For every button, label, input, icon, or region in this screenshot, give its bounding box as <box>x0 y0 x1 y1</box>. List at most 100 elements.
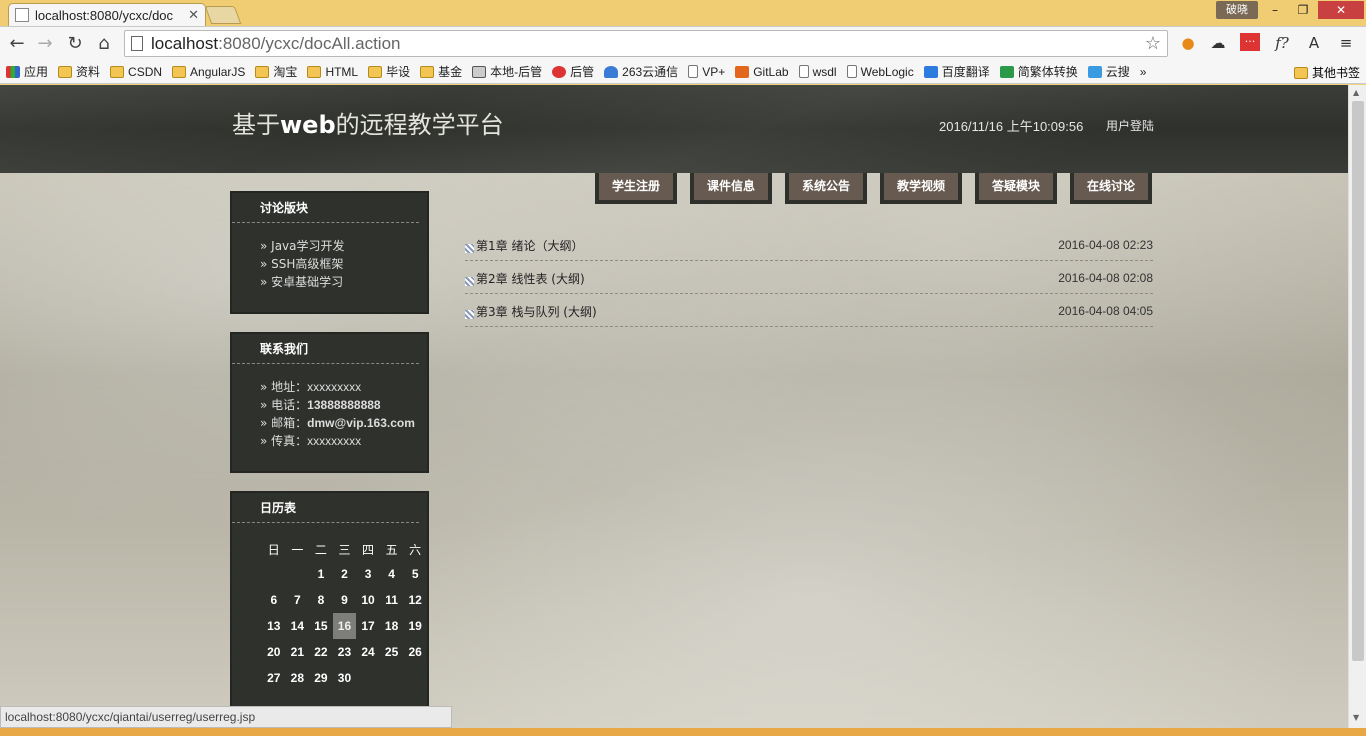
menu-student-register[interactable]: 学生注册 <box>595 173 677 204</box>
cloud-icon <box>604 65 619 78</box>
bookmark-item[interactable]: 后管 <box>552 63 594 80</box>
calendar-day[interactable]: 30 <box>333 665 357 691</box>
calendar-day[interactable]: 21 <box>286 639 310 665</box>
extension-angular-icon[interactable]: A <box>1304 33 1324 53</box>
back-icon[interactable]: ← <box>6 33 28 55</box>
calendar-day[interactable]: 3 <box>356 561 380 587</box>
convert-icon <box>999 65 1014 78</box>
bookmark-item[interactable]: HTML <box>307 65 358 79</box>
menu-courseware[interactable]: 课件信息 <box>690 173 772 204</box>
other-bookmarks[interactable]: 其他书签 <box>1293 64 1360 81</box>
calendar-day[interactable]: 27 <box>262 665 286 691</box>
calendar-day[interactable]: 13 <box>262 613 286 639</box>
extension-flame-icon[interactable]: ● <box>1178 33 1198 53</box>
calendar-body: 1 2 3 4 5 6 7 8 9 10 11 12 13 14 15 16 17 18 19 20 21 22 23 24 2… <box>262 561 427 691</box>
calendar-day[interactable]: 18 <box>380 613 404 639</box>
calendar-day[interactable]: 20 <box>262 639 286 665</box>
bookmark-item[interactable]: WebLogic <box>846 64 914 79</box>
document-row[interactable]: 第2章 线性表 (大纲) 2016-04-08 02:08 <box>465 261 1153 294</box>
document-title[interactable]: 第3章 栈与队列 (大纲) <box>476 303 597 320</box>
bookmark-item[interactable]: VP+ <box>688 65 725 79</box>
calendar-day[interactable]: 10 <box>356 587 380 613</box>
menu-announcements[interactable]: 系统公告 <box>785 173 867 204</box>
forum-link[interactable]: » Java学习开发 <box>260 237 427 255</box>
calendar-day[interactable]: 11 <box>380 587 404 613</box>
calendar-day[interactable]: 22 <box>309 639 333 665</box>
calendar-day[interactable]: 7 <box>286 587 310 613</box>
bookmark-item[interactable]: wsdl <box>798 65 837 79</box>
scrollbar-thumb[interactable] <box>1352 101 1364 661</box>
bookmarks-more-button[interactable]: » <box>1140 65 1147 79</box>
menu-icon[interactable]: ≡ <box>1336 33 1356 53</box>
close-window-icon[interactable]: ✕ <box>1318 1 1364 19</box>
calendar-day[interactable]: 24 <box>356 639 380 665</box>
extension-cloud-icon[interactable]: ☁ <box>1208 33 1228 53</box>
home-icon[interactable]: ⌂ <box>93 33 115 55</box>
menu-discussion[interactable]: 在线讨论 <box>1070 173 1152 204</box>
bookmark-item[interactable]: 百度翻译 <box>923 63 990 80</box>
calendar-day[interactable]: 2 <box>333 561 357 587</box>
bookmark-item[interactable]: 本地-后管 <box>472 63 542 80</box>
calendar-day[interactable]: 29 <box>309 665 333 691</box>
extension-dots-icon[interactable]: ··· <box>1240 33 1260 51</box>
calendar-day[interactable]: 5 <box>403 561 427 587</box>
bookmark-item[interactable]: 毕设 <box>368 63 410 80</box>
bookmark-item[interactable]: 资料 <box>58 63 100 80</box>
profile-badge[interactable]: 破晓 <box>1216 1 1258 19</box>
calendar-day[interactable]: 15 <box>309 613 333 639</box>
document-row[interactable]: 第1章 绪论（大纲） 2016-04-08 02:23 <box>465 228 1153 261</box>
bookmark-item[interactable]: 淘宝 <box>255 63 297 80</box>
bookmark-label: WebLogic <box>860 64 914 79</box>
weekday-label: 二 <box>314 542 327 557</box>
forum-link[interactable]: » 安卓基础学习 <box>260 273 427 291</box>
calendar-day[interactable]: 16 <box>332 613 357 639</box>
scroll-down-icon[interactable]: ▼ <box>1353 713 1359 722</box>
browser-tab[interactable]: localhost:8080/ycxc/doc ✕ <box>8 3 206 26</box>
bookmark-item[interactable]: 云搜 <box>1087 63 1130 80</box>
calendar-day[interactable]: 25 <box>380 639 404 665</box>
address-bar[interactable]: localhost:8080/ycxc/docAll.action ☆ <box>124 30 1168 57</box>
calendar-day[interactable]: 17 <box>356 613 380 639</box>
calendar-day[interactable]: 28 <box>286 665 310 691</box>
new-tab-button[interactable] <box>204 6 242 24</box>
calendar-day[interactable]: 9 <box>333 587 357 613</box>
calendar-day[interactable]: 23 <box>333 639 357 665</box>
tab-close-icon[interactable]: ✕ <box>188 8 199 23</box>
calendar-day[interactable]: 14 <box>286 613 310 639</box>
reload-icon[interactable]: ↻ <box>64 33 86 55</box>
calendar-day[interactable]: 19 <box>403 613 427 639</box>
calendar-day[interactable]: 1 <box>309 561 333 587</box>
bookmark-label: AngularJS <box>190 64 246 79</box>
menu-qa[interactable]: 答疑模块 <box>975 173 1057 204</box>
document-date: 2016-04-08 02:23 <box>1058 238 1153 252</box>
scroll-up-icon[interactable]: ▲ <box>1353 88 1359 97</box>
user-login-link[interactable]: 用户登陆 <box>1106 117 1154 134</box>
bookmark-item[interactable]: GitLab <box>735 65 789 79</box>
image-icon <box>472 65 487 78</box>
maximize-icon[interactable]: ❐ <box>1290 1 1316 19</box>
bookmark-item[interactable]: 基金 <box>420 63 462 80</box>
calendar-day[interactable]: 4 <box>380 561 404 587</box>
extension-function-icon[interactable]: f? <box>1272 33 1292 53</box>
os-taskbar <box>0 728 1366 736</box>
bookmark-item[interactable]: 简繁体转换 <box>999 63 1078 80</box>
calendar-day <box>380 665 404 691</box>
calendar-day[interactable]: 26 <box>403 639 427 665</box>
menu-teaching-video[interactable]: 教学视频 <box>880 173 962 204</box>
bookmark-item[interactable]: AngularJS <box>172 65 245 79</box>
calendar-day[interactable]: 8 <box>309 587 333 613</box>
bookmark-item[interactable]: 应用 <box>6 63 48 80</box>
document-title[interactable]: 第1章 绪论（大纲） <box>476 237 583 254</box>
forward-icon[interactable]: → <box>34 33 56 55</box>
calendar-day[interactable]: 6 <box>262 587 286 613</box>
minimize-icon[interactable]: – <box>1262 1 1288 19</box>
bookmark-star-icon[interactable]: ☆ <box>1145 33 1161 54</box>
bookmark-item[interactable]: 263云通信 <box>604 63 678 80</box>
forum-link[interactable]: » SSH高级框架 <box>260 255 427 273</box>
contact-value: xxxxxxxxx <box>307 434 362 448</box>
document-row[interactable]: 第3章 栈与队列 (大纲) 2016-04-08 04:05 <box>465 294 1153 327</box>
bookmark-item[interactable]: CSDN <box>110 65 162 79</box>
vertical-scrollbar[interactable]: ▲ ▼ <box>1348 85 1366 728</box>
document-title[interactable]: 第2章 线性表 (大纲) <box>476 270 585 287</box>
calendar-day[interactable]: 12 <box>403 587 427 613</box>
